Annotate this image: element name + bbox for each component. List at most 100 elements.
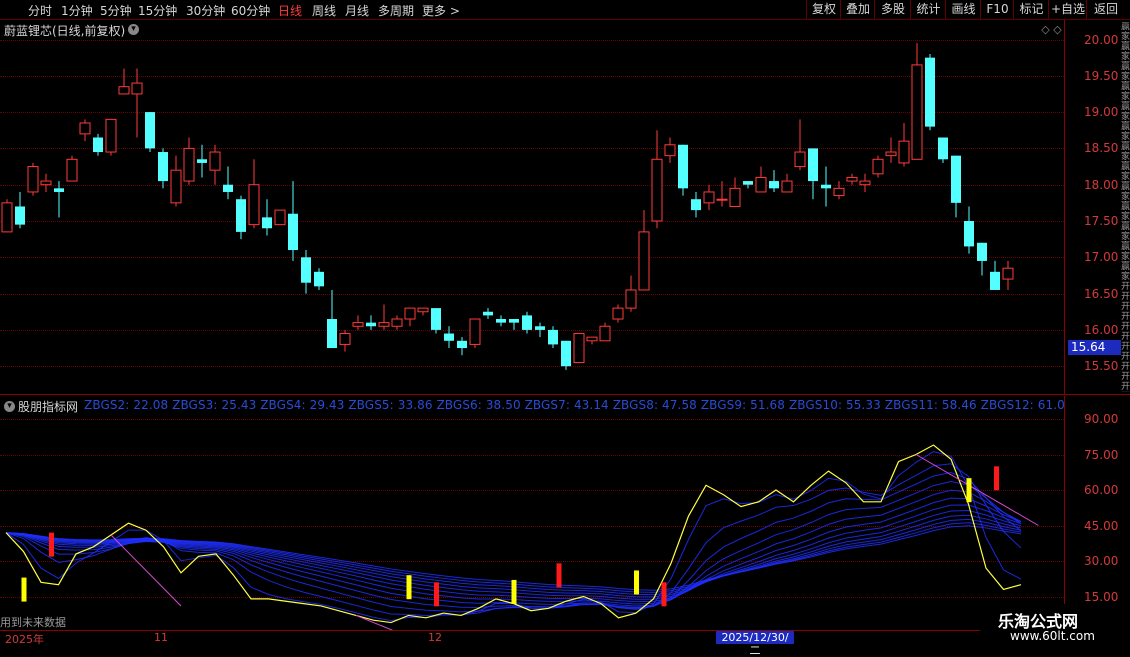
- time-label-nov: 11: [154, 631, 168, 644]
- candle: [118, 68, 130, 95]
- yellow-signal-bar: [21, 577, 27, 602]
- future-data-label: 用到未来数据: [0, 616, 66, 629]
- yellow-signal-bar: [966, 478, 972, 503]
- candle: [366, 315, 376, 330]
- current-price-box: 15.64: [1068, 340, 1121, 355]
- toolbar-button-0[interactable]: 复权: [806, 0, 841, 19]
- candle: [664, 137, 676, 163]
- candle: [223, 166, 233, 200]
- tab-period-6[interactable]: 日线: [278, 2, 302, 19]
- candle: [535, 322, 545, 338]
- panel-separator: [0, 394, 1130, 395]
- candle: [625, 275, 637, 312]
- tab-period-9[interactable]: 多周期: [378, 2, 414, 19]
- tab-period-1[interactable]: 1分钟: [61, 2, 93, 19]
- candle: [183, 137, 195, 185]
- tab-period-8[interactable]: 月线: [345, 2, 369, 19]
- candle: [586, 336, 598, 345]
- candle: [925, 54, 935, 131]
- indicator-axis-label: 30.00: [1084, 554, 1119, 568]
- candle: [66, 155, 78, 182]
- candle: [378, 304, 390, 330]
- candle: [885, 137, 897, 163]
- yellow-signal-bar: [406, 575, 412, 600]
- candle: [170, 155, 182, 207]
- red-signal-bar: [661, 582, 667, 607]
- toolbar-button-8[interactable]: 返回: [1086, 0, 1125, 19]
- candle: [145, 112, 155, 153]
- toolbar-button-2[interactable]: 多股: [874, 0, 911, 19]
- toolbar-button-1[interactable]: 叠加: [840, 0, 875, 19]
- candle: [977, 242, 987, 276]
- candle: [808, 148, 818, 200]
- tab-period-3[interactable]: 15分钟: [138, 2, 177, 19]
- toolbar-button-5[interactable]: F10: [980, 0, 1014, 19]
- indicator-axis-label: 90.00: [1084, 412, 1119, 426]
- candle: [911, 43, 923, 160]
- candle: [93, 133, 103, 156]
- tab-period-2[interactable]: 5分钟: [100, 2, 132, 19]
- watermark-url: www.60lt.com: [1010, 629, 1095, 643]
- candle: [561, 340, 571, 370]
- candle: [821, 166, 831, 207]
- candle: [872, 155, 884, 178]
- candle: [1002, 260, 1014, 290]
- red-signal-bar: [434, 582, 439, 607]
- candle: [339, 329, 351, 352]
- candle: [327, 289, 337, 349]
- candle: [846, 173, 858, 185]
- red-signal-bar: [994, 466, 999, 491]
- red-signal-bar: [49, 532, 54, 557]
- tab-period-5[interactable]: 60分钟: [231, 2, 270, 19]
- trend-line: [110, 534, 182, 607]
- candle: [431, 308, 441, 334]
- candle: [131, 68, 143, 138]
- time-label-year: 2025年: [5, 633, 44, 646]
- candle: [729, 177, 741, 207]
- yellow-signal-bar: [511, 579, 517, 604]
- tab-period-4[interactable]: 30分钟: [186, 2, 225, 19]
- yellow-signal-bar: [634, 570, 639, 595]
- toolbar-button-4[interactable]: 画线: [945, 0, 981, 19]
- candle: [678, 144, 688, 196]
- candle: [716, 181, 728, 207]
- tab-period-0[interactable]: 分时: [28, 2, 52, 19]
- candle: [27, 162, 39, 196]
- candle: [79, 119, 91, 142]
- candle: [938, 137, 948, 163]
- candle: [743, 181, 753, 189]
- candle: [990, 260, 1000, 290]
- candle: [248, 159, 260, 229]
- candlestick-chart[interactable]: [0, 20, 1064, 394]
- candle: [404, 307, 416, 327]
- candle: [314, 268, 324, 290]
- tab-period-7[interactable]: 周线: [312, 2, 336, 19]
- candle: [522, 311, 532, 334]
- candle: [54, 181, 64, 218]
- indicator-axis-label: 15.00: [1084, 589, 1119, 604]
- candle: [40, 173, 52, 192]
- candle: [951, 155, 961, 218]
- tab-period-10[interactable]: 更多 >: [422, 2, 460, 19]
- candle: [794, 119, 806, 171]
- candle: [859, 173, 871, 192]
- toolbar-button-7[interactable]: +自选: [1048, 0, 1087, 19]
- candle: [209, 144, 221, 185]
- toolbar-button-6[interactable]: 标记: [1013, 0, 1049, 19]
- candle: [352, 315, 364, 330]
- toolbar-button-3[interactable]: 统计: [910, 0, 946, 19]
- candle: [548, 326, 558, 349]
- trend-line: [355, 614, 394, 630]
- candle: [496, 315, 506, 327]
- candle: [105, 118, 117, 156]
- indicator-chart[interactable]: [0, 396, 1064, 630]
- candle: [417, 307, 429, 316]
- candle: [262, 199, 272, 236]
- candle: [509, 319, 519, 330]
- candle: [599, 322, 611, 342]
- candle: [573, 333, 585, 364]
- candle: [301, 250, 311, 294]
- candle: [964, 206, 974, 254]
- candle: [15, 191, 25, 229]
- indicator-axis-label: 45.00: [1084, 518, 1119, 533]
